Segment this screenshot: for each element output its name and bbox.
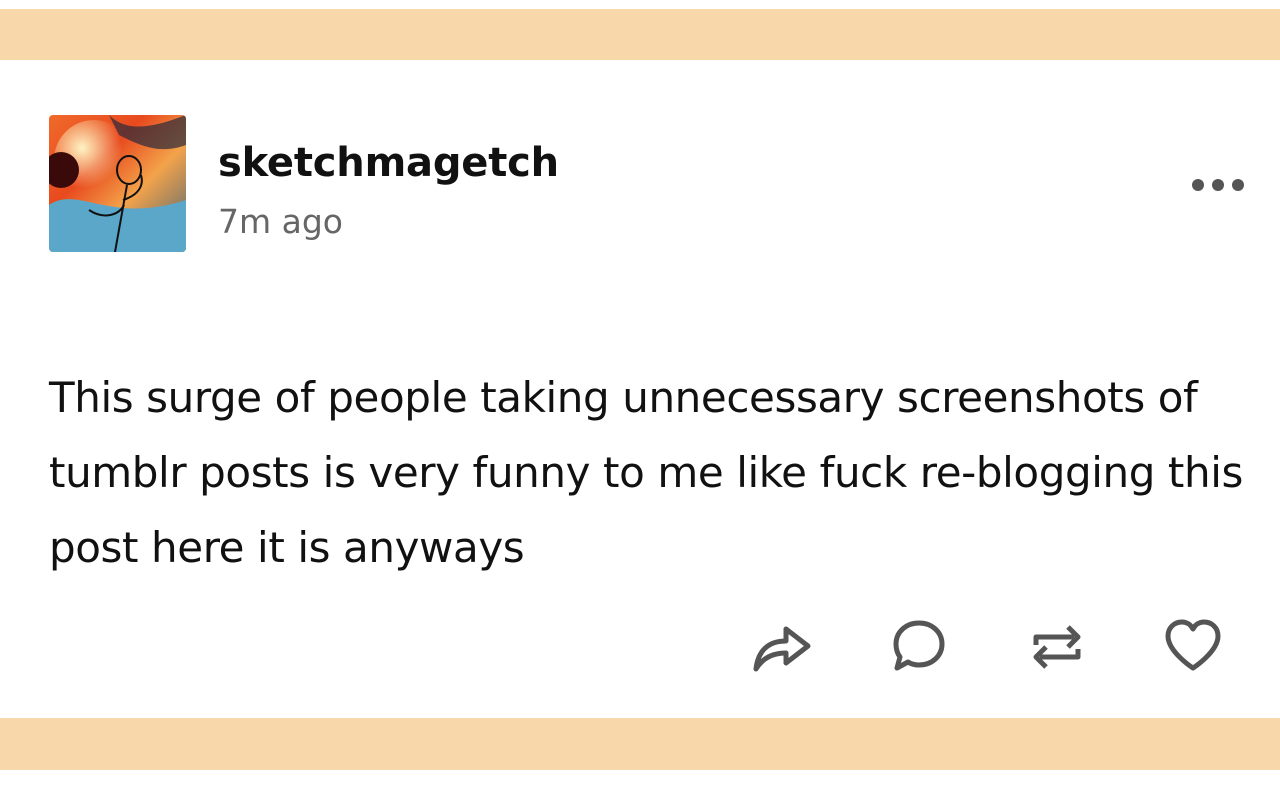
more-options-icon[interactable] xyxy=(1186,170,1250,200)
post-timestamp: 7m ago xyxy=(218,202,343,241)
post-actions xyxy=(0,615,1280,679)
post-card: sketchmagetch 7m ago This surge of peopl… xyxy=(0,60,1280,718)
heart-icon[interactable] xyxy=(1162,615,1224,677)
avatar[interactable] xyxy=(49,115,186,252)
avatar-image xyxy=(49,115,186,252)
reply-icon[interactable] xyxy=(888,615,950,677)
top-divider-band xyxy=(0,9,1280,60)
reblog-icon[interactable] xyxy=(1026,615,1088,677)
post-username[interactable]: sketchmagetch xyxy=(218,140,559,186)
bottom-divider-band xyxy=(0,718,1280,770)
share-icon[interactable] xyxy=(750,615,812,677)
post-body: This surge of people taking unnecessary … xyxy=(49,373,1243,572)
tumblr-post-screenshot: sketchmagetch 7m ago This surge of peopl… xyxy=(0,0,1280,792)
